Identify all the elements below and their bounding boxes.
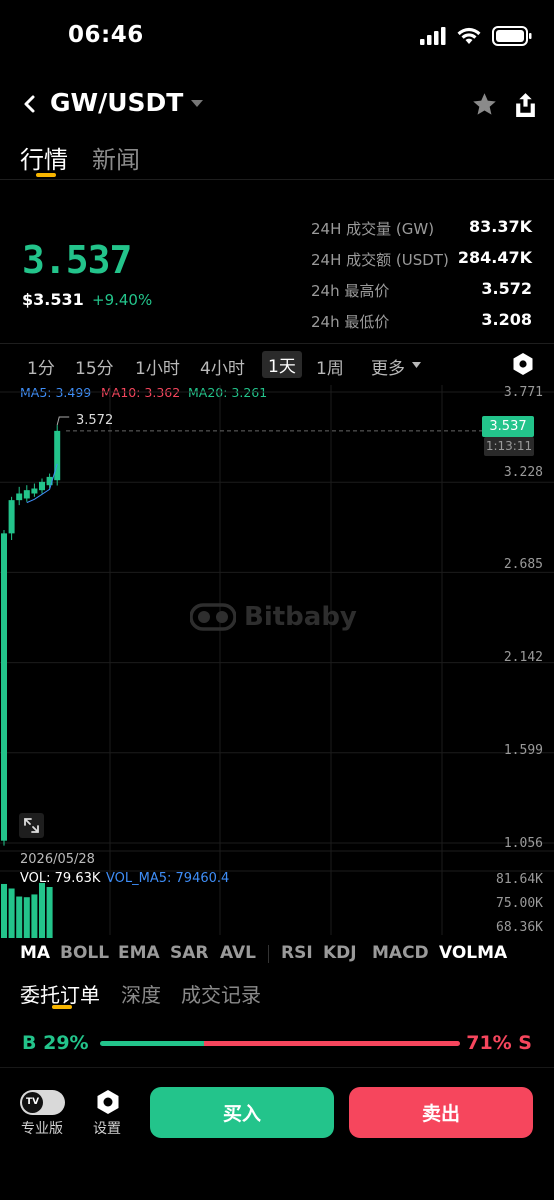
current-price-tag: 3.537 [482,416,534,437]
buy-button[interactable]: 买入 [150,1087,334,1138]
candle-body [23,490,30,499]
signal-icon [420,27,446,45]
chart-settings-icon[interactable] [512,352,534,376]
volume-tick: 75.00K [496,896,543,911]
stat-volume-label: 24H 成交量 (GW) [311,220,435,238]
y-tick: 2.685 [503,557,543,572]
watermark: Bitbaby [190,602,357,632]
indicator-kdj[interactable]: KDJ [323,943,357,963]
interval-more[interactable]: 更多 [371,354,405,379]
tradingview-icon: TV [22,1092,43,1113]
interval-1h[interactable]: 1小时 [135,354,180,379]
crosshair-date: 2026/05/28 [20,852,95,867]
sell-button[interactable]: 卖出 [349,1087,533,1138]
y-tick: 3.228 [503,465,543,480]
candle-body [1,533,7,841]
gear-icon[interactable] [94,1088,122,1116]
stat-high-value: 3.572 [481,279,532,298]
share-icon[interactable] [513,91,538,118]
indicator-volma[interactable]: VOLMA [439,943,507,963]
volume-ma5-label: VOL_MA5: 79460.4 [106,871,230,886]
buy-ratio-label: B 29% [22,1032,89,1054]
change-percent: +9.40% [92,291,153,309]
divider [0,179,554,180]
status-time: 06:46 [68,22,144,48]
watermark-text: Bitbaby [244,602,357,632]
tab-orders[interactable]: 委托订单 [20,979,100,1008]
interval-1m[interactable]: 1分 [27,354,55,379]
tab-market[interactable]: 行情 [20,140,68,175]
pro-mode-toggle[interactable]: TV [20,1090,65,1115]
interval-4h[interactable]: 4小时 [200,354,245,379]
volume-bar [8,888,15,938]
bitbaby-logo-icon [190,603,236,631]
indicator-boll[interactable]: BOLL [60,943,109,963]
battery-icon [492,26,532,46]
indicator-ema[interactable]: EMA [118,943,160,963]
tab-indicator [52,1005,72,1009]
stat-turnover-value: 284.47K [457,248,532,267]
stat-high-label: 24h 最高价 [311,282,390,300]
status-icons [420,26,532,46]
pair-title[interactable]: GW/USDT [50,88,183,117]
candle-body [16,493,23,501]
interval-1w[interactable]: 1周 [316,354,344,379]
star-icon[interactable] [471,91,498,118]
indicator-separator [268,945,269,963]
volume-bar [16,896,23,938]
tab-indicator [36,173,56,177]
chevron-down-icon[interactable] [412,362,421,369]
wifi-icon [457,27,481,44]
candle-body [8,500,15,534]
divider [0,343,554,344]
chevron-down-icon[interactable] [190,98,204,108]
interval-1d[interactable]: 1天 [262,351,302,378]
ratio-buy-fill [100,1041,205,1046]
ratio-sell-fill [204,1041,460,1046]
candle-body [31,488,38,494]
volume-bars [1,882,53,938]
indicator-rsi[interactable]: RSI [281,943,313,963]
sell-ratio-label: 71% S [466,1032,532,1054]
ratio-bar [100,1041,460,1046]
indicator-ma[interactable]: MA [20,943,50,963]
fullscreen-icon[interactable] [19,813,44,838]
volume-tick: 81.64K [496,872,543,887]
candle-body [54,430,61,481]
stat-turnover-label: 24H 成交额 (USDT) [311,251,449,269]
pro-mode-label: 专业版 [21,1121,63,1137]
indicator-sar[interactable]: SAR [170,943,209,963]
candles [1,416,70,846]
usd-price: $3.531 [22,290,84,309]
high-marker-line [56,416,70,426]
candle-countdown: 1:13:11 [484,437,534,456]
high-marker-label: 3.572 [76,413,114,428]
indicator-macd[interactable]: MACD [372,943,429,963]
stat-volume-value: 83.37K [468,217,532,236]
volume-bar [31,894,38,938]
back-icon[interactable] [16,90,44,118]
tab-trades[interactable]: 成交记录 [181,979,261,1008]
last-price: 3.537 [22,238,132,282]
y-tick: 2.142 [503,650,543,665]
y-tick: 1.056 [503,836,543,851]
stat-low-label: 24h 最低价 [311,313,390,331]
tab-depth[interactable]: 深度 [121,979,161,1008]
candle-body [39,481,45,491]
volume-bar [46,887,53,938]
divider [0,1067,554,1068]
volume-bar [1,883,7,938]
settings-label: 设置 [93,1121,121,1137]
interval-15m[interactable]: 15分 [75,354,114,379]
stat-low-value: 3.208 [481,310,532,329]
y-tick: 1.599 [503,743,543,758]
tab-news[interactable]: 新闻 [92,140,140,175]
indicator-avl[interactable]: AVL [220,943,256,963]
volume-tick: 68.36K [496,920,543,935]
volume-bar [39,882,45,938]
volume-label: VOL: 79.63K [20,871,101,886]
y-tick: 3.771 [503,385,543,400]
volume-bar [23,897,30,938]
